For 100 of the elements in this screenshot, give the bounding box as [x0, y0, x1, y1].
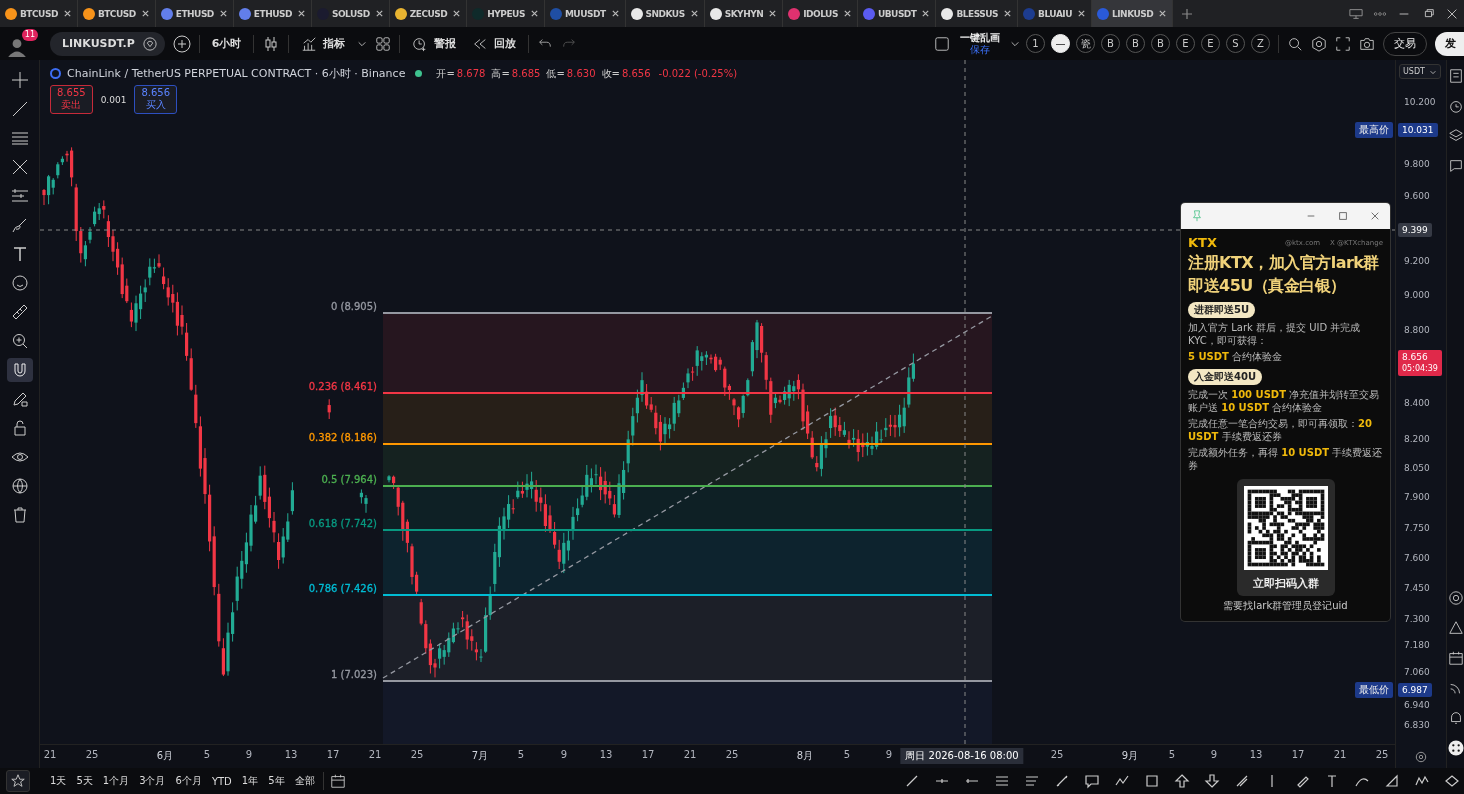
ohlc-value: 8.678	[456, 68, 486, 79]
date-range-button[interactable]: 5天	[74, 774, 95, 788]
price-axis-label: 7.300	[1404, 614, 1430, 624]
price-axis-label: 8.400	[1404, 398, 1430, 408]
price-axis-label: 9.200	[1404, 256, 1430, 266]
replay-button[interactable]: 回放	[468, 35, 521, 52]
fib-level-label: 0.786 (7.426)	[308, 583, 377, 594]
time-axis-label: 6月	[156, 749, 174, 764]
fib-level-label: 1 (7.023)	[331, 669, 377, 680]
avatar[interactable]: 11	[6, 29, 38, 58]
hotkey-button[interactable]: —	[1051, 34, 1070, 53]
time-axis-label: 25	[85, 749, 99, 761]
date-range-button[interactable]: 3个月	[137, 774, 168, 788]
offer-text: 完成任意一笔合约交易，即可再领取：20 USDT 手续费返还券	[1188, 417, 1373, 443]
time-axis-label: 9	[885, 749, 893, 761]
price-axis-label: 8.800	[1404, 325, 1430, 335]
time-axis-label: 5	[843, 749, 851, 761]
time-axis-label: 17	[326, 749, 340, 761]
buy-button[interactable]: 8.656 买入	[134, 85, 178, 114]
price-marker: 8.656 05:04:39	[1398, 350, 1442, 376]
price-change: -0.022 (-0.25%)	[658, 68, 738, 79]
ohlc-value: 8.685	[511, 68, 541, 79]
date-range-button[interactable]: 全部	[292, 774, 317, 788]
time-axis-label: 21	[368, 749, 382, 761]
time-axis-label: 5	[517, 749, 525, 761]
time-axis-label: 9	[245, 749, 253, 761]
time-axis-label: 8月	[796, 749, 814, 764]
ohlc-value: 8.656	[621, 68, 651, 79]
offer-badge: 进群即送5U	[1188, 302, 1256, 318]
alert-button[interactable]: 警报	[408, 35, 461, 52]
price-marker-label: 最低价	[1355, 682, 1393, 698]
ad-headline: 即送45U（真金白银）	[1188, 276, 1346, 296]
sell-button[interactable]: 8.655 卖出	[50, 85, 93, 114]
ad-headline: 注册KTX，加入官方lark群	[1188, 253, 1379, 273]
fib-level-label: 0.618 (7.742)	[308, 518, 377, 529]
time-axis-label: 17	[641, 749, 655, 761]
date-range-button[interactable]: 1天	[48, 774, 69, 788]
price-axis-label: 7.180	[1404, 640, 1430, 650]
indicators-button[interactable]: 指标	[297, 35, 350, 52]
offer-badge: 入金即送40U	[1188, 369, 1263, 385]
date-range-button[interactable]: 6个月	[173, 774, 204, 788]
price-marker: 10.031	[1398, 123, 1438, 137]
date-range-button[interactable]: 1年	[239, 774, 261, 788]
date-range-button[interactable]: 5年	[266, 774, 287, 788]
time-axis-label: 7月	[471, 749, 489, 764]
offer-text: 完成一次 100 USDT 净充值并划转至交易账户送 10 USDT 合约体验金	[1188, 388, 1381, 414]
price-marker: 6.987	[1398, 683, 1432, 697]
currency-dropdown[interactable]: USDT	[1399, 64, 1441, 79]
offer-text: 完成额外任务，再得 10 USDT 手续费返还券	[1188, 446, 1383, 472]
time-axis-label: 13	[599, 749, 613, 761]
notification-badge: 11	[21, 29, 38, 41]
brand-logo: KTX	[1188, 235, 1217, 250]
interval-button[interactable]: 6小时	[207, 36, 246, 51]
date-range-button[interactable]: YTD	[209, 775, 234, 787]
fib-level-label: 0.382 (8.186)	[308, 432, 377, 443]
qr-caption: 立即扫码入群	[1252, 576, 1319, 591]
preset-button[interactable]: 一键乱画 保存	[958, 32, 1002, 55]
symbol-search-button[interactable]: LINKUSDT.P	[50, 31, 165, 56]
time-axis-label: 9	[1210, 749, 1218, 761]
time-axis-label: 17	[1291, 749, 1305, 761]
date-range-button[interactable]: 1个月	[100, 774, 132, 788]
price-axis-label: 9.800	[1404, 159, 1430, 169]
price-marker-label: 最高价	[1355, 122, 1393, 138]
fib-level-label: 0.5 (7.964)	[321, 474, 377, 485]
fib-level-label: 0.236 (8.461)	[308, 381, 377, 392]
ohlc-label: 开=	[436, 66, 455, 81]
offer-text: 加入官方 Lark 群后，提交 UID 并完成 KYC，即可获得：	[1188, 321, 1362, 347]
ohlc-label: 低=	[546, 66, 565, 81]
price-axis-label: 9.000	[1404, 290, 1430, 300]
spread-value: 0.001	[100, 94, 127, 105]
ohlc-value: 8.630	[566, 68, 596, 79]
fib-level-label: 0 (8.905)	[331, 301, 377, 312]
price-axis-label: 6.830	[1404, 720, 1430, 730]
time-axis-label: 25	[410, 749, 424, 761]
price-axis-label: 7.060	[1404, 667, 1430, 677]
time-axis-label: 9	[560, 749, 568, 761]
time-axis-label: 21	[683, 749, 697, 761]
price-axis-label: 7.450	[1404, 583, 1430, 593]
time-axis-label: 5	[1168, 749, 1176, 761]
price-axis-label: 7.600	[1404, 553, 1430, 563]
price-axis-label: 9.600	[1404, 191, 1430, 201]
time-axis-label: 21	[43, 749, 57, 761]
time-axis-label: 25	[725, 749, 739, 761]
offer-text: 5 USDT 合约体验金	[1188, 350, 1283, 363]
price-axis-label: 7.750	[1404, 523, 1430, 533]
time-axis-label: 5	[203, 749, 211, 761]
symbol-title: ChainLink / TetherUS PERPETUAL CONTRACT · 6小时 · Binance	[67, 66, 406, 81]
price-axis-label: 8.200	[1404, 434, 1430, 444]
price-axis-label: 6.940	[1404, 700, 1430, 710]
ad-footer-text: 需要找lark群管理员登记uid	[1223, 599, 1348, 613]
price-marker: 9.399	[1398, 223, 1432, 237]
time-axis-label: 9月	[1121, 749, 1139, 764]
time-axis-label: 13	[1249, 749, 1263, 761]
time-axis-label: 25	[1375, 749, 1389, 761]
crosshair-time-label: 周日 2026-08-16 08:00	[900, 748, 1024, 765]
time-axis-label: 13	[284, 749, 298, 761]
symbol-tab[interactable]: LINKUSD	[1092, 0, 1174, 27]
publish-button[interactable]: 发	[1435, 31, 1464, 56]
ohlc-label: 收=	[601, 66, 620, 81]
ohlc-label: 高=	[491, 66, 510, 81]
